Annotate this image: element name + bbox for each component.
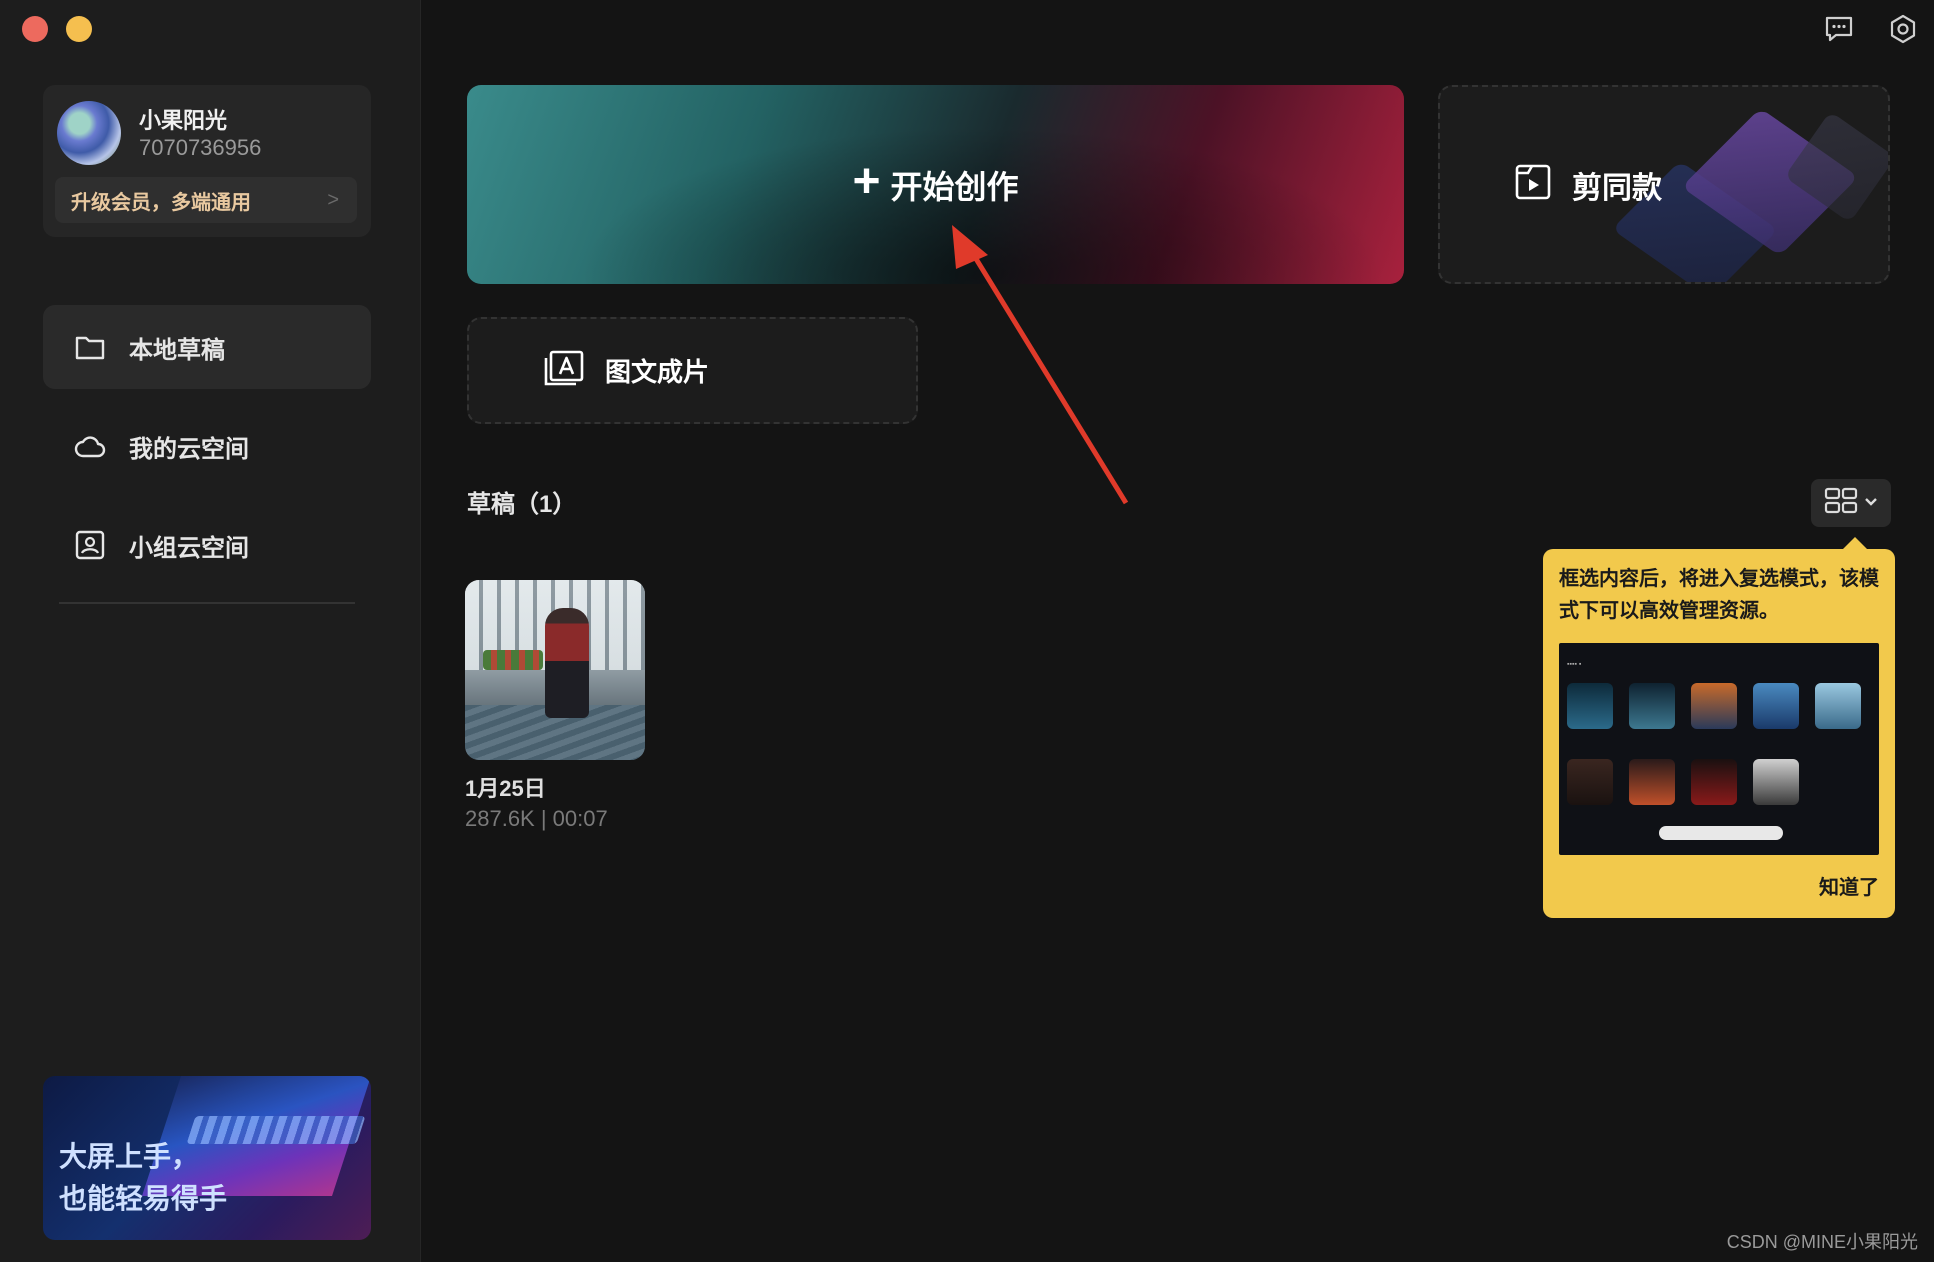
annotation-arrow — [952, 225, 1129, 505]
preview-cell — [1629, 683, 1675, 729]
start-creating-button[interactable]: + 开始创作 — [467, 85, 1404, 284]
got-it-button[interactable]: 知道了 — [1819, 871, 1879, 900]
user-name: 小果阳光 — [139, 108, 228, 133]
promo-text: 大屏上手， 也能轻易得手 — [59, 1136, 227, 1220]
upgrade-label: 升级会员，多端通用 — [71, 191, 251, 214]
sidebar: 小果阳光 7070736956 升级会员，多端通用 > 本地草稿 我的云空间 小… — [0, 0, 421, 1262]
sidebar-divider — [59, 602, 355, 604]
template-content: 剪同款 — [1514, 87, 1662, 282]
template-button[interactable]: 剪同款 — [1438, 85, 1890, 284]
feedback-icon[interactable] — [1822, 12, 1856, 46]
team-space-icon — [73, 528, 107, 562]
sidebar-item-label: 小组云空间 — [129, 534, 249, 562]
watermark: CSDN @MINE小果阳光 — [1726, 1232, 1918, 1252]
start-creating-label: 开始创作 — [890, 168, 1019, 205]
text-image-icon — [543, 349, 585, 392]
upgrade-membership-button[interactable]: 升级会员，多端通用 > — [55, 177, 357, 223]
preview-cell — [1691, 759, 1737, 805]
user-id: 7070736956 — [139, 135, 262, 160]
tooltip-preview-image: ▪▪▪▪ ▪ — [1559, 643, 1879, 855]
thumbnail-image-part — [483, 650, 543, 670]
view-mode-toggle[interactable] — [1811, 479, 1891, 527]
preview-cell — [1815, 683, 1861, 729]
plus-icon: + — [852, 155, 881, 208]
preview-cell — [1753, 759, 1799, 805]
avatar[interactable] — [57, 101, 121, 165]
settings-icon[interactable] — [1886, 12, 1920, 46]
close-window-button[interactable] — [22, 16, 48, 42]
draft-thumbnail[interactable] — [465, 580, 645, 760]
text-to-video-label: 图文成片 — [605, 357, 710, 387]
draft-meta: 287.6K | 00:07 — [465, 806, 608, 831]
preview-cell — [1691, 683, 1737, 729]
preview-cell — [1753, 683, 1799, 729]
window-controls — [22, 16, 92, 42]
drafts-section-title: 草稿（1） — [467, 491, 577, 518]
folder-icon — [73, 330, 107, 364]
minimize-window-button[interactable] — [66, 16, 92, 42]
template-icon — [1514, 163, 1552, 206]
preview-cell — [1629, 759, 1675, 805]
chevron-right-icon: > — [327, 188, 339, 211]
app-window: 小果阳光 7070736956 升级会员，多端通用 > 本地草稿 我的云空间 小… — [0, 0, 1934, 1262]
preview-cell — [1567, 759, 1613, 805]
tooltip-text: 框选内容后，将进入复选模式，该模式下可以高效管理资源。 — [1559, 568, 1879, 622]
promo-banner[interactable]: 大屏上手， 也能轻易得手 — [43, 1076, 371, 1240]
sidebar-item-local-drafts[interactable]: 本地草稿 — [43, 305, 371, 389]
preview-header: ▪▪▪▪ ▪ — [1567, 661, 1582, 668]
cloud-icon — [73, 429, 107, 463]
chevron-down-icon — [1864, 494, 1878, 512]
text-to-video-button[interactable]: 图文成片 — [467, 317, 918, 424]
sidebar-item-team-cloud[interactable]: 小组云空间 — [43, 503, 371, 587]
sidebar-item-my-cloud[interactable]: 我的云空间 — [43, 404, 371, 488]
preview-toolbar — [1659, 826, 1783, 840]
promo-line-1: 大屏上手， — [59, 1141, 200, 1172]
thumbnail-image-part — [545, 608, 589, 718]
multi-select-tooltip: 框选内容后，将进入复选模式，该模式下可以高效管理资源。 ▪▪▪▪ ▪ 知道了 — [1543, 537, 1895, 918]
preview-cell — [1567, 683, 1613, 729]
draft-name: 1月25日 — [465, 776, 546, 801]
user-card[interactable]: 小果阳光 7070736956 升级会员，多端通用 > — [43, 85, 371, 237]
sidebar-item-label: 我的云空间 — [129, 435, 249, 463]
template-label: 剪同款 — [1572, 171, 1662, 205]
sidebar-item-label: 本地草稿 — [129, 336, 225, 364]
promo-line-2: 也能轻易得手 — [59, 1183, 228, 1214]
grid-view-icon — [1824, 486, 1858, 521]
